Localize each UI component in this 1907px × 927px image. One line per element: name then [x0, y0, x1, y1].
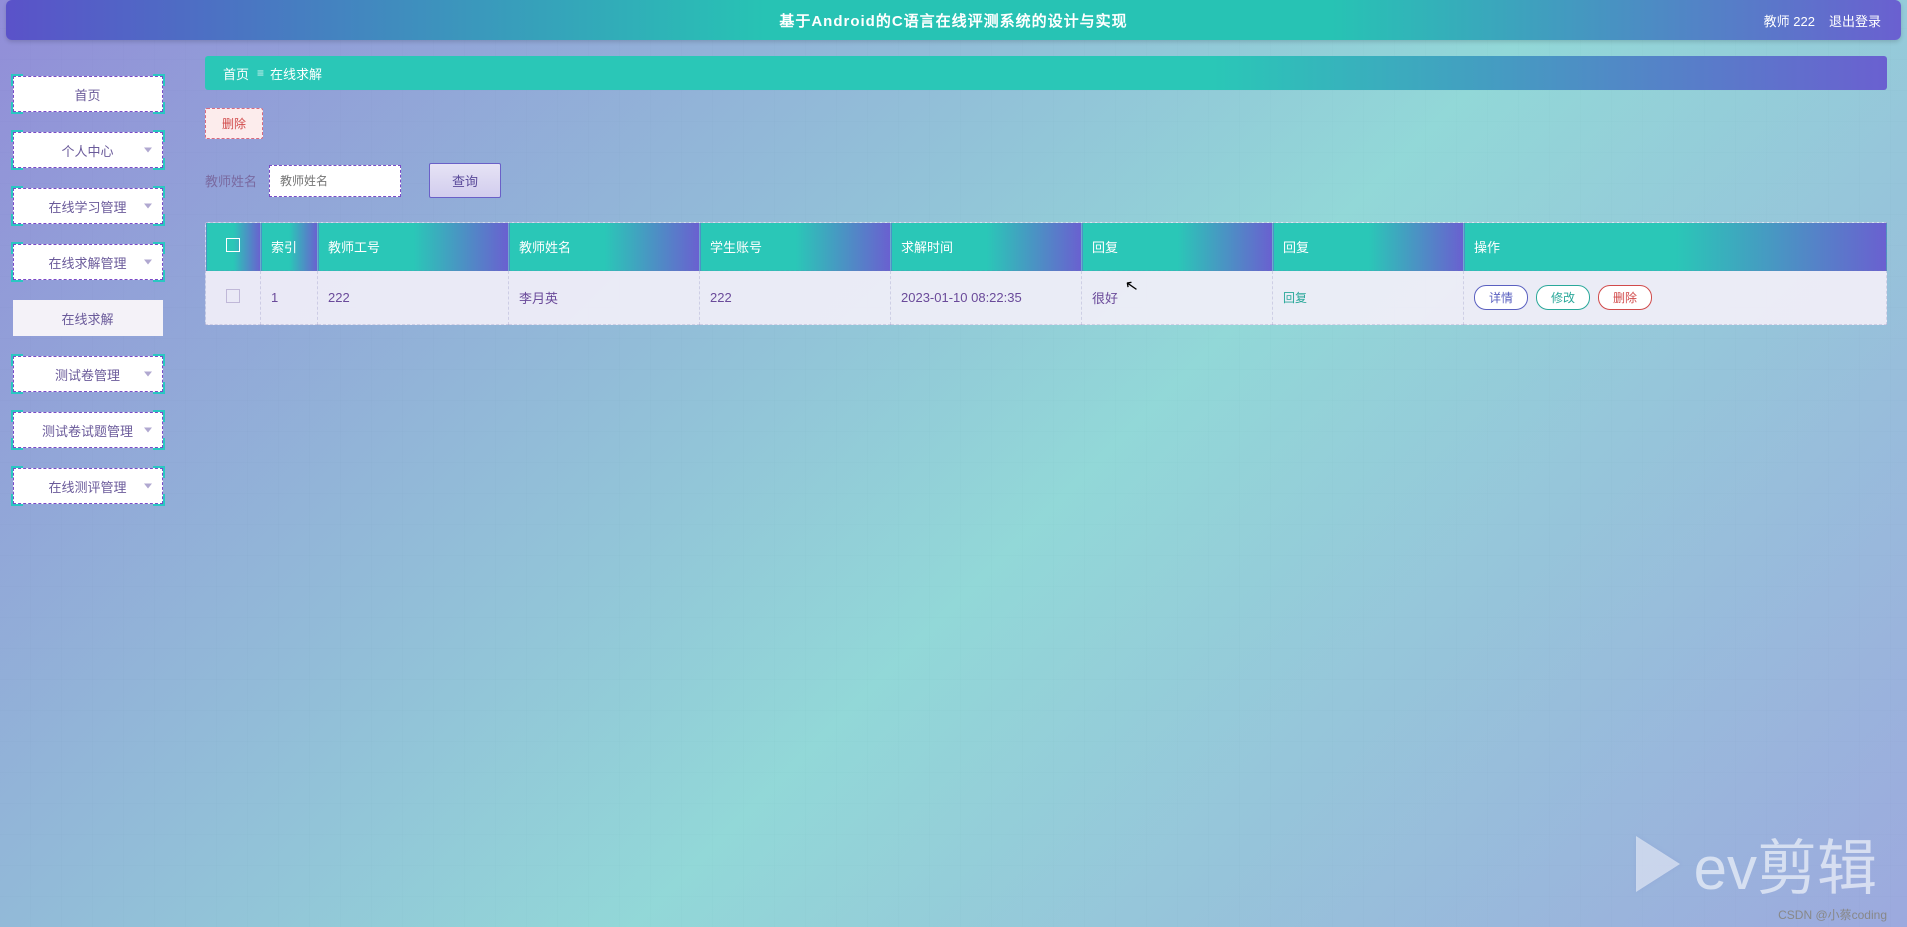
header-teacher-no: 教师工号	[318, 223, 509, 271]
bulk-delete-button[interactable]: 删除	[205, 108, 263, 139]
sidebar-item-study[interactable]: 在线学习管理	[13, 188, 163, 224]
teacher-name-input-wrap	[269, 165, 401, 197]
main-layout: 首页 个人中心 在线学习管理 在线求解管理 在线求解 测试卷管理 测试卷试题管理	[0, 46, 1907, 927]
sidebar-item-solve-manage[interactable]: 在线求解管理	[13, 244, 163, 280]
chevron-down-icon	[144, 148, 152, 153]
breadcrumb-current: 在线求解	[270, 64, 322, 83]
current-user[interactable]: 教师 222	[1764, 11, 1815, 30]
row-delete-button[interactable]: 删除	[1598, 285, 1652, 310]
detail-button[interactable]: 详情	[1474, 285, 1528, 310]
sidebar-item-label: 个人中心	[61, 141, 113, 160]
table-row: 1 222 李月英 222 2023-01-10 08:22:35 很好 回复 …	[206, 271, 1887, 325]
edit-button[interactable]: 修改	[1536, 285, 1590, 310]
app-title: 基于Android的C语言在线评测系统的设计与实现	[6, 10, 1901, 31]
header-right: 教师 222 退出登录	[1764, 11, 1881, 30]
header-checkbox-cell	[206, 223, 261, 271]
sidebar-item-question[interactable]: 测试卷试题管理	[13, 412, 163, 448]
app-header: 基于Android的C语言在线评测系统的设计与实现 教师 222 退出登录	[6, 0, 1901, 40]
sidebar-item-label: 测试卷管理	[55, 365, 120, 384]
chevron-down-icon	[144, 428, 152, 433]
search-label: 教师姓名	[205, 171, 257, 190]
sidebar: 首页 个人中心 在线学习管理 在线求解管理 在线求解 测试卷管理 测试卷试题管理	[0, 46, 175, 927]
cell-teacher-no: 222	[318, 271, 509, 325]
header-reply2: 回复	[1273, 223, 1464, 271]
sidebar-item-solve[interactable]: 在线求解	[13, 300, 163, 336]
header-solve-time: 求解时间	[891, 223, 1082, 271]
cell-solve-time: 2023-01-10 08:22:35	[891, 271, 1082, 325]
content-area: 首页 ≡ 在线求解 删除 教师姓名 查询 索引 教师工号 教师姓名	[175, 46, 1907, 927]
header-reply1: 回复	[1082, 223, 1273, 271]
toolbar: 删除	[205, 108, 1887, 139]
data-table: 索引 教师工号 教师姓名 学生账号 求解时间 回复 回复 操作 1 222	[205, 222, 1887, 325]
breadcrumb: 首页 ≡ 在线求解	[205, 56, 1887, 90]
cell-student-acct: 222	[700, 271, 891, 325]
chevron-down-icon	[144, 372, 152, 377]
header-index: 索引	[261, 223, 318, 271]
breadcrumb-separator-icon: ≡	[257, 66, 262, 80]
sidebar-item-label: 在线求解	[61, 309, 113, 328]
cell-teacher-name: 李月英	[509, 271, 700, 325]
header-ops: 操作	[1464, 223, 1887, 271]
cell-ops: 详情 修改 删除	[1464, 271, 1887, 325]
sidebar-item-label: 在线求解管理	[48, 253, 126, 272]
search-row: 教师姓名 查询	[205, 163, 1887, 198]
header-teacher-name: 教师姓名	[509, 223, 700, 271]
sidebar-item-eval[interactable]: 在线测评管理	[13, 468, 163, 504]
sidebar-item-exam[interactable]: 测试卷管理	[13, 356, 163, 392]
table-header-row: 索引 教师工号 教师姓名 学生账号 求解时间 回复 回复 操作	[206, 223, 1887, 271]
sidebar-item-label: 在线测评管理	[48, 477, 126, 496]
cell-reply2: 回复	[1273, 271, 1464, 325]
reply-link[interactable]: 回复	[1283, 291, 1307, 305]
logout-link[interactable]: 退出登录	[1829, 11, 1881, 30]
sidebar-item-label: 在线学习管理	[48, 197, 126, 216]
chevron-down-icon	[144, 260, 152, 265]
chevron-down-icon	[144, 484, 152, 489]
sidebar-item-label: 首页	[74, 85, 100, 104]
cell-reply1: 很好	[1082, 271, 1273, 325]
sidebar-item-label: 测试卷试题管理	[42, 421, 133, 440]
row-checkbox[interactable]	[226, 289, 240, 303]
query-button[interactable]: 查询	[429, 163, 501, 198]
cell-index: 1	[261, 271, 318, 325]
chevron-down-icon	[144, 204, 152, 209]
sidebar-item-home[interactable]: 首页	[13, 76, 163, 112]
teacher-name-input[interactable]	[274, 170, 396, 192]
row-checkbox-cell	[206, 271, 261, 325]
sidebar-item-profile[interactable]: 个人中心	[13, 132, 163, 168]
header-student-acct: 学生账号	[700, 223, 891, 271]
select-all-checkbox[interactable]	[226, 238, 240, 252]
breadcrumb-home[interactable]: 首页	[223, 64, 249, 83]
